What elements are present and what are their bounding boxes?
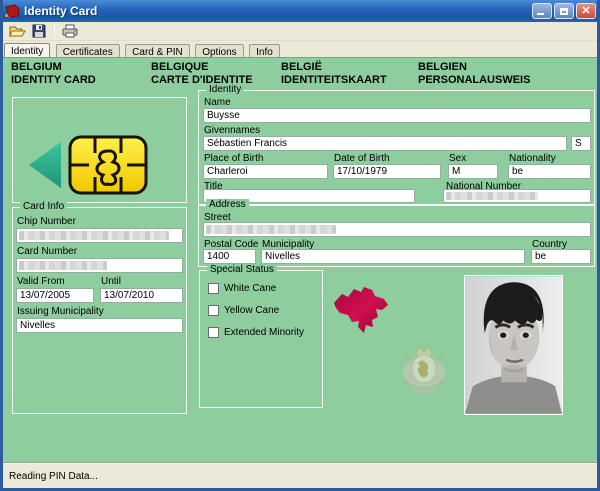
issuing-municipality-field[interactable]: Nivelles bbox=[16, 318, 183, 333]
status-text: Reading PIN Data... bbox=[9, 471, 98, 482]
redacted-street bbox=[206, 225, 336, 234]
sex-field[interactable]: M bbox=[448, 164, 498, 179]
white-cane-checkbox-icon[interactable] bbox=[208, 283, 219, 294]
header-card-de: PERSONALAUSWEIS bbox=[418, 74, 530, 87]
print-icon[interactable] bbox=[59, 23, 81, 40]
redacted-card-number bbox=[19, 261, 107, 270]
header-card-en: IDENTITY CARD bbox=[11, 74, 96, 87]
header-country-fr: BELGIQUE bbox=[151, 61, 253, 74]
tab-bar: Identity Certificates Card & PIN Options… bbox=[3, 41, 597, 57]
header-belgium: BELGIUM IDENTITY CARD bbox=[11, 61, 96, 87]
card-reader-panel bbox=[12, 97, 187, 203]
extended-minority-checkbox-icon[interactable] bbox=[208, 327, 219, 338]
yellow-cane-label: Yellow Cane bbox=[224, 305, 279, 316]
nationality-field[interactable]: be bbox=[508, 164, 591, 179]
identity-title: Identity bbox=[206, 84, 244, 95]
name-field[interactable]: Buysse bbox=[203, 108, 591, 123]
redacted-chip-number bbox=[19, 231, 169, 240]
issuing-municipality-label: Issuing Municipality bbox=[17, 306, 104, 317]
givennames-field[interactable]: Sébastien Francis bbox=[203, 136, 567, 151]
extended-minority-label: Extended Minority bbox=[224, 327, 304, 338]
until-label: Until bbox=[101, 276, 121, 287]
givennames-initial-field[interactable]: S bbox=[571, 136, 591, 151]
toolbar-separator bbox=[54, 24, 55, 38]
white-cane-label: White Cane bbox=[224, 283, 276, 294]
chip-number-field[interactable] bbox=[16, 228, 183, 243]
yellow-cane-checkbox-icon[interactable] bbox=[208, 305, 219, 316]
header-belgien: BELGIEN PERSONALAUSWEIS bbox=[418, 61, 530, 87]
identity-card-window: Identity Card ✕ bbox=[0, 0, 600, 491]
portrait-photo bbox=[464, 275, 563, 415]
save-icon[interactable] bbox=[28, 23, 50, 40]
card-number-field[interactable] bbox=[16, 258, 183, 273]
toolbar bbox=[3, 22, 597, 41]
place-of-birth-label: Place of Birth bbox=[204, 153, 263, 164]
card-number-label: Card Number bbox=[17, 246, 77, 257]
maximize-icon[interactable] bbox=[554, 3, 574, 19]
chip-number-label: Chip Number bbox=[17, 216, 76, 227]
date-of-birth-label: Date of Birth bbox=[334, 153, 390, 164]
minimize-icon[interactable] bbox=[532, 3, 552, 19]
municipality-field[interactable]: Nivelles bbox=[261, 249, 525, 264]
place-of-birth-field[interactable]: Charleroi bbox=[203, 164, 328, 179]
app-icon bbox=[4, 4, 20, 19]
header-country-nl: BELGIË bbox=[281, 61, 387, 74]
close-icon[interactable]: ✕ bbox=[576, 3, 596, 19]
open-icon[interactable] bbox=[6, 23, 28, 40]
title-bar[interactable]: Identity Card ✕ bbox=[0, 0, 600, 22]
givennames-label: Givennames bbox=[204, 125, 260, 136]
street-field[interactable] bbox=[203, 222, 591, 237]
card-info-title: Card Info bbox=[20, 201, 67, 212]
header-card-nl: IDENTITEITSKAART bbox=[281, 74, 387, 87]
sex-label: Sex bbox=[449, 153, 466, 164]
name-label: Name bbox=[204, 97, 231, 108]
checkbox-white-cane[interactable]: White Cane bbox=[208, 283, 276, 294]
valid-until-field[interactable]: 13/07/2010 bbox=[100, 288, 183, 303]
window-title: Identity Card bbox=[24, 4, 530, 18]
redacted-national-number bbox=[446, 192, 538, 200]
valid-from-label: Valid From bbox=[17, 276, 65, 287]
special-status-title: Special Status bbox=[207, 264, 277, 275]
address-title: Address bbox=[206, 199, 249, 210]
national-number-field[interactable] bbox=[443, 189, 591, 203]
date-of-birth-field[interactable]: 17/10/1979 bbox=[333, 164, 441, 179]
reader-arrow-icon bbox=[29, 142, 61, 188]
header-country-de: BELGIEN bbox=[418, 61, 530, 74]
header-country-en: BELGIUM bbox=[11, 61, 96, 74]
checkbox-extended-minority[interactable]: Extended Minority bbox=[208, 327, 304, 338]
chip-icon bbox=[23, 134, 153, 196]
postal-code-field[interactable]: 1400 bbox=[203, 249, 256, 264]
nationality-label: Nationality bbox=[509, 153, 556, 164]
identity-tab-page: BELGIUM IDENTITY CARD BELGIQUE CARTE D'I… bbox=[3, 57, 597, 462]
checkbox-yellow-cane[interactable]: Yellow Cane bbox=[208, 305, 279, 316]
coat-of-arms bbox=[396, 338, 452, 398]
belgium-map bbox=[328, 277, 394, 343]
status-bar: Reading PIN Data... bbox=[3, 462, 597, 488]
header-belgie: BELGIË IDENTITEITSKAART bbox=[281, 61, 387, 87]
valid-from-field[interactable]: 13/07/2005 bbox=[16, 288, 94, 303]
country-field[interactable]: be bbox=[531, 249, 591, 264]
